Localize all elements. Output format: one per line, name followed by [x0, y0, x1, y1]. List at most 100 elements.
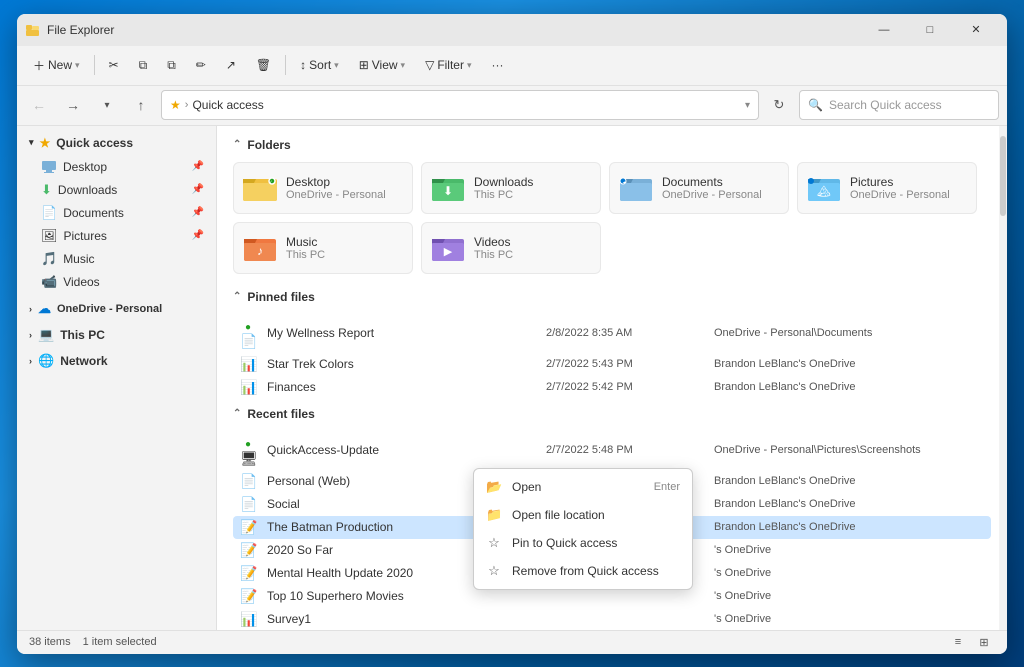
open-icon: 📂: [486, 479, 502, 495]
share-button[interactable]: ↗: [218, 54, 244, 76]
refresh-button[interactable]: ↻: [765, 91, 793, 119]
address-bar[interactable]: ★ › Quick access ▾: [161, 90, 759, 120]
status-selected: 1 item selected: [83, 636, 157, 648]
svg-text:☁: ☁: [623, 179, 627, 184]
recent-file-survey[interactable]: 📊 Survey1 's OneDrive: [233, 608, 991, 630]
search-box[interactable]: 🔍 Search Quick access: [799, 90, 999, 120]
minimize-button[interactable]: —: [861, 14, 907, 46]
new-button[interactable]: ＋ New ▾: [25, 53, 88, 78]
context-menu-open-location[interactable]: 📁 Open file location: [474, 501, 692, 529]
folder-desktop-icon: ✓: [242, 170, 278, 206]
window-controls: — □ ✕: [861, 14, 999, 46]
search-placeholder: Search Quick access: [829, 98, 942, 112]
view-button[interactable]: ⊞ View ▾: [351, 54, 413, 76]
documents-icon: 📄: [41, 205, 57, 221]
sidebar-item-music[interactable]: 🎵 Music: [21, 248, 212, 270]
videos-icon: 📹: [41, 274, 57, 290]
pinned-file-wellness[interactable]: ●📄 My Wellness Report 2/8/2022 8:35 AM O…: [233, 314, 991, 353]
more-icon: ···: [492, 58, 504, 72]
rename-icon: ✏: [196, 58, 206, 72]
app-icon: [25, 22, 41, 38]
context-menu-open[interactable]: 📂 Open Enter: [474, 473, 692, 501]
pinned-file-startrek[interactable]: 📊 Star Trek Colors 2/7/2022 5:43 PM Bran…: [233, 353, 991, 376]
status-count: 38 items: [29, 636, 71, 648]
pin-icon: 📌: [192, 230, 204, 241]
grid-view-button[interactable]: ⊞: [973, 633, 995, 651]
context-menu-remove-pin[interactable]: ☆ Remove from Quick access: [474, 557, 692, 585]
sidebar-item-pictures[interactable]: 🖼 Pictures 📌: [21, 225, 212, 247]
window-title: File Explorer: [47, 23, 861, 37]
forward-button[interactable]: →: [59, 91, 87, 119]
more-button[interactable]: ···: [484, 54, 512, 76]
sidebar-item-downloads[interactable]: ⬇ Downloads 📌: [21, 179, 212, 201]
maximize-button[interactable]: □: [907, 14, 953, 46]
pin-icon: ☆: [486, 535, 502, 551]
rename-button[interactable]: ✏: [188, 54, 214, 76]
close-button[interactable]: ✕: [953, 14, 999, 46]
search-icon: 🔍: [808, 98, 823, 112]
view-controls: ≡ ⊞: [947, 633, 995, 651]
cut-button[interactable]: ✂: [101, 54, 127, 76]
folder-desktop[interactable]: ✓ Desktop OneDrive - Personal: [233, 162, 413, 214]
sidebar-item-videos[interactable]: 📹 Videos: [21, 271, 212, 293]
downloads-icon: ⬇: [41, 182, 52, 198]
addressbar: ← → ▾ ↑ ★ › Quick access ▾ ↻ 🔍 Search Qu…: [17, 86, 1007, 126]
sidebar-onedrive[interactable]: › ☁ OneDrive - Personal: [21, 297, 212, 321]
sidebar-item-documents[interactable]: 📄 Documents 📌: [21, 202, 212, 224]
list-view-button[interactable]: ≡: [947, 633, 969, 651]
context-menu-pin[interactable]: ☆ Pin to Quick access: [474, 529, 692, 557]
recent-file-quickaccess[interactable]: ●🖥 QuickAccess-Update 2/7/2022 5:48 PM O…: [233, 431, 991, 470]
sidebar-item-desktop[interactable]: Desktop 📌: [21, 156, 212, 178]
folder-pictures-icon: 🏔: [806, 170, 842, 206]
folder-videos-icon: ▶: [430, 230, 466, 266]
up-button[interactable]: ↑: [127, 91, 155, 119]
statusbar: 38 items 1 item selected ≡ ⊞: [17, 630, 1007, 654]
paste-icon: ⧉: [167, 58, 176, 73]
file-icon: 📝: [239, 588, 259, 605]
back-button[interactable]: ←: [25, 91, 53, 119]
filter-button[interactable]: ▽ Filter ▾: [417, 54, 479, 76]
file-icon: 📝: [239, 519, 259, 536]
recent-locations-button[interactable]: ▾: [93, 91, 121, 119]
sidebar-thispc[interactable]: › 💻 This PC: [21, 323, 212, 347]
new-chevron-icon: ▾: [75, 60, 80, 71]
sort-chevron-icon: ▾: [334, 60, 339, 71]
context-menu: 📂 Open Enter 📁 Open file location ☆ Pin …: [473, 468, 693, 590]
sidebar-quick-access[interactable]: ▾ ★ Quick access: [21, 132, 212, 154]
copy-button[interactable]: ⧉: [131, 54, 156, 77]
delete-button[interactable]: 🗑: [248, 54, 279, 76]
folder-videos[interactable]: ▶ Videos This PC: [421, 222, 601, 274]
folder-documents[interactable]: ☁ Documents OneDrive - Personal: [609, 162, 789, 214]
pin-icon: 📌: [192, 161, 204, 172]
address-path: Quick access: [192, 98, 741, 112]
folders-grid: ✓ Desktop OneDrive - Personal ⬇ Download…: [233, 162, 991, 274]
file-icon: 📄: [239, 473, 259, 490]
paste-button[interactable]: ⧉: [159, 54, 184, 77]
pinned-files-list: ●📄 My Wellness Report 2/8/2022 8:35 AM O…: [233, 314, 991, 399]
scrollbar-track: [999, 126, 1007, 630]
music-icon: 🎵: [41, 251, 57, 267]
scrollbar-thumb[interactable]: [1000, 136, 1006, 216]
network-icon: 🌐: [38, 353, 54, 369]
pictures-icon: 🖼: [41, 228, 58, 244]
chevron-right-icon: ›: [29, 304, 32, 314]
svg-text:🏔: 🏔: [817, 185, 831, 198]
cut-icon: ✂: [109, 58, 119, 72]
sidebar-network[interactable]: › 🌐 Network: [21, 349, 212, 373]
sort-button[interactable]: ↕ Sort ▾: [292, 54, 347, 76]
unpin-icon: ☆: [486, 563, 502, 579]
svg-text:⬇: ⬇: [443, 184, 453, 198]
file-explorer-window: File Explorer — □ ✕ ＋ New ▾ ✂ ⧉ ⧉ ✏ ↗: [17, 14, 1007, 654]
folder-downloads-icon: ⬇: [430, 170, 466, 206]
onedrive-icon: ☁: [38, 301, 51, 317]
star-icon: ★: [170, 98, 181, 112]
chevron-down-icon: ▾: [29, 137, 34, 148]
folder-music[interactable]: ♪ Music This PC: [233, 222, 413, 274]
pinned-file-finances[interactable]: 📊 Finances 2/7/2022 5:42 PM Brandon LeBl…: [233, 376, 991, 399]
file-icon: 📊: [239, 356, 259, 373]
folder-downloads[interactable]: ⬇ Downloads This PC: [421, 162, 601, 214]
folder-documents-icon: ☁: [618, 170, 654, 206]
star-icon: ★: [40, 136, 51, 150]
pin-icon: 📌: [192, 207, 204, 218]
folder-pictures[interactable]: 🏔 Pictures OneDrive - Personal: [797, 162, 977, 214]
